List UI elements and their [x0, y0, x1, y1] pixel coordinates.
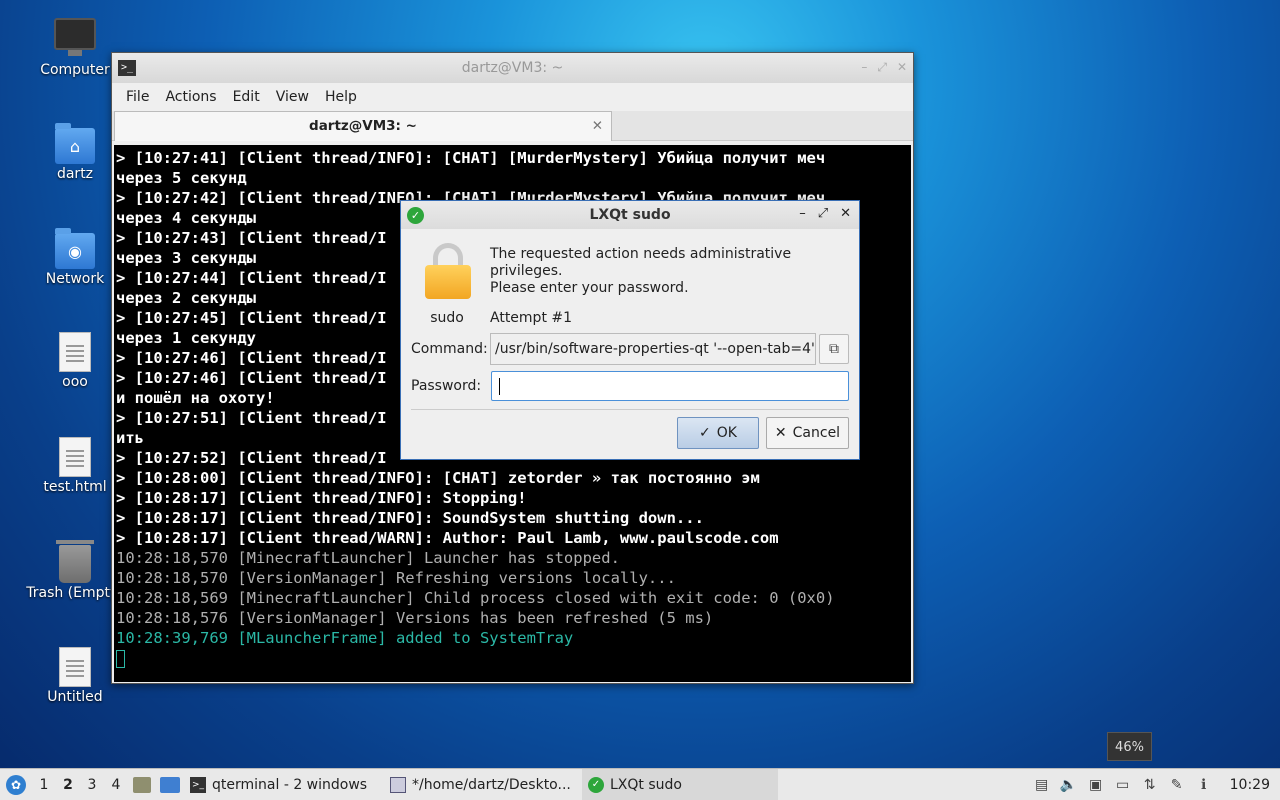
- clock[interactable]: 10:29: [1230, 777, 1270, 793]
- command-field[interactable]: /usr/bin/software-properties-qt '--open-…: [490, 333, 816, 365]
- menu-actions[interactable]: Actions: [157, 89, 224, 105]
- terminal-line: 10:28:18,569 [MinecraftLauncher] Child p…: [116, 589, 835, 607]
- minimize-icon[interactable]: –: [861, 60, 867, 75]
- terminal-line: > [10:28:00] [Client thread/INFO]: [CHAT…: [116, 469, 760, 487]
- lock-icon: [425, 243, 471, 299]
- start-menu-button[interactable]: ✿: [0, 769, 32, 800]
- trash-icon: [56, 540, 94, 583]
- password-label: Password:: [411, 378, 482, 394]
- maximize-icon[interactable]: ⤢: [877, 60, 887, 75]
- volume-osd: 46%: [1107, 732, 1152, 761]
- terminal-titlebar[interactable]: >_ dartz@VM3: ~ – ⤢ ✕: [112, 53, 913, 83]
- minimize-icon[interactable]: –: [799, 206, 806, 221]
- window-stack-button[interactable]: [131, 774, 153, 796]
- terminal-prompt-line: [116, 648, 911, 668]
- cancel-icon: ✕: [774, 425, 787, 441]
- close-icon[interactable]: ✕: [897, 60, 907, 75]
- dialog-title: LXQt sudo: [589, 207, 671, 223]
- terminal-line: > [10:28:17] [Client thread/WARN]: Autho…: [116, 529, 779, 547]
- shield-icon: ✓: [588, 776, 604, 793]
- terminal-cursor: [116, 649, 125, 668]
- maximize-icon[interactable]: ⤢: [818, 206, 828, 221]
- lxqt-logo-icon: ✿: [6, 774, 26, 795]
- copy-command-button[interactable]: ⧉: [819, 334, 849, 364]
- menu-edit[interactable]: Edit: [225, 89, 268, 105]
- window-stack-icon: [133, 776, 151, 793]
- ok-label: OK: [716, 425, 737, 441]
- terminal-line: > [10:28:17] [Client thread/INFO]: Stopp…: [116, 489, 527, 507]
- ok-button[interactable]: ✓ OK: [677, 417, 759, 449]
- document-icon: [59, 437, 91, 477]
- show-desktop-icon: [160, 776, 180, 793]
- show-desktop-button[interactable]: [159, 774, 181, 796]
- copy-icon: ⧉: [829, 341, 839, 357]
- system-tray: ▤ 🔈 ▣ ▭ ⇅ ✎ ℹ 10:29: [1033, 769, 1280, 800]
- document-icon: [59, 332, 91, 372]
- update-notifier-icon[interactable]: ℹ: [1195, 776, 1213, 794]
- text-editor-icon: [390, 776, 406, 793]
- close-tab-icon[interactable]: ✕: [592, 112, 603, 140]
- terminal-line: > [10:27:41] [Client thread/INFO]: [CHAT…: [116, 149, 826, 167]
- menu-view[interactable]: View: [268, 89, 317, 105]
- minecraft-launcher-icon[interactable]: ▣: [1087, 776, 1105, 794]
- document-icon: [59, 647, 91, 687]
- close-icon[interactable]: ✕: [840, 206, 851, 221]
- terminal-icon: >_: [190, 776, 206, 793]
- task-lxqt-sudo[interactable]: ✓ LXQt sudo: [582, 768, 778, 800]
- command-label: Command:: [411, 341, 488, 357]
- message-line-1: The requested action needs administrativ…: [490, 246, 792, 279]
- notes-icon[interactable]: ✎: [1168, 776, 1186, 794]
- dialog-titlebar[interactable]: ✓ LXQt sudo – ⤢ ✕: [401, 201, 859, 229]
- sudo-dialog[interactable]: ✓ LXQt sudo – ⤢ ✕ sudo The requested act…: [400, 200, 860, 460]
- tab-label: dartz@VM3: ~: [309, 118, 417, 134]
- message-line-2: Please enter your password.: [490, 280, 689, 296]
- terminal-menubar: File Actions Edit View Help: [112, 83, 913, 111]
- task-qterminal[interactable]: >_ qterminal - 2 windows: [184, 769, 384, 800]
- cancel-label: Cancel: [792, 425, 841, 441]
- task-editor[interactable]: */home/dartz/Deskto...: [384, 769, 582, 800]
- display-icon[interactable]: ▭: [1114, 776, 1132, 794]
- menu-help[interactable]: Help: [317, 89, 365, 105]
- workspace-1[interactable]: 1: [32, 777, 56, 793]
- network-icon[interactable]: ⇅: [1141, 776, 1159, 794]
- attempt-counter: Attempt #1: [490, 310, 573, 326]
- text-caret: [499, 378, 500, 395]
- desktop-icon-label: Untitled: [47, 689, 103, 705]
- terminal-line: 10:28:18,570 [VersionManager] Refreshing…: [116, 569, 676, 587]
- dialog-message: The requested action needs administrativ…: [490, 246, 850, 297]
- volume-icon[interactable]: 🔈: [1060, 776, 1078, 794]
- password-field[interactable]: [491, 371, 849, 401]
- computer-icon: [54, 18, 96, 56]
- workspace-3[interactable]: 3: [80, 777, 104, 793]
- task-label: */home/dartz/Deskto...: [412, 776, 571, 793]
- task-label: qterminal - 2 windows: [212, 776, 368, 793]
- terminal-tab[interactable]: dartz@VM3: ~ ✕: [114, 111, 612, 141]
- sudo-label: sudo: [430, 310, 464, 326]
- task-label: LXQt sudo: [610, 776, 682, 793]
- home-folder-icon: ⌂: [55, 123, 95, 164]
- workspace-2[interactable]: 2: [56, 777, 80, 793]
- terminal-line: > [10:28:17] [Client thread/INFO]: Sound…: [116, 509, 704, 527]
- network-folder-icon: ◉: [55, 228, 95, 269]
- terminal-line: 10:28:18,570 [MinecraftLauncher] Launche…: [116, 549, 620, 567]
- cancel-button[interactable]: ✕ Cancel: [766, 417, 849, 449]
- dialog-separator: [411, 409, 849, 410]
- checkmark-icon: ✓: [699, 425, 711, 441]
- clipboard-icon[interactable]: ▤: [1033, 776, 1051, 794]
- terminal-title: dartz@VM3: ~: [461, 60, 564, 76]
- menu-file[interactable]: File: [118, 89, 157, 105]
- terminal-line: 10:28:39,769 [MLauncherFrame] added to S…: [116, 629, 574, 647]
- workspace-4[interactable]: 4: [104, 777, 128, 793]
- taskbar: ✿ 1 2 3 4 >_ qterminal - 2 windows */hom…: [0, 768, 1280, 800]
- terminal-line: 10:28:18,576 [VersionManager] Versions h…: [116, 609, 714, 627]
- terminal-line: через 5 секунд: [116, 169, 247, 187]
- terminal-tabbar: dartz@VM3: ~ ✕: [112, 111, 913, 141]
